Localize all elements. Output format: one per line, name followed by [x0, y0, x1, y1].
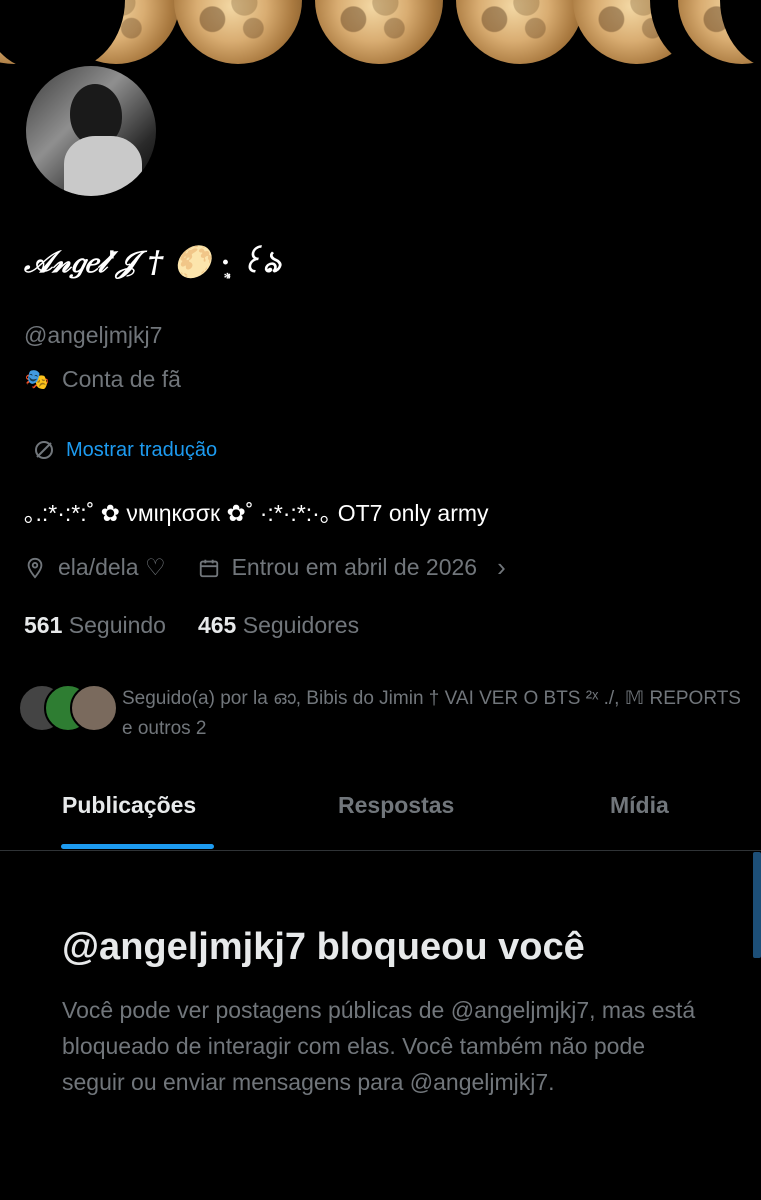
profile-category: 🎭 Conta de fã [24, 366, 181, 393]
profile-banner [0, 0, 761, 72]
profile-tabs: Publicações Respostas Mídia [0, 780, 761, 851]
calendar-icon [199, 559, 218, 577]
profile-bio: ｡.:*·:*:˚ ✿ νмιηкσσк ✿˚ ·:*·:*:·｡ OT7 on… [24, 500, 489, 526]
theater-mask-icon: 🎭 [24, 369, 50, 391]
profile-meta: ela/dela ♡ Entrou em abril de 2026 › [24, 552, 506, 583]
follow-counts: 561 Seguindo 465 Seguidores [24, 612, 359, 639]
follower-avatars [18, 684, 118, 732]
tab-respostas[interactable]: Respostas [338, 792, 454, 819]
scrollbar[interactable] [753, 852, 761, 958]
translate-label: Mostrar tradução [66, 438, 218, 461]
location-pin-icon [27, 557, 43, 579]
translate-icon [35, 441, 53, 459]
profile-handle: @angeljmjkj7 [24, 322, 163, 348]
avatar-photo [26, 66, 156, 196]
display-name: 𝒜𝓃𝑔𝑒𝓁'𝒥 † 🌕 ·̩͙ ꒰ঌ [24, 245, 281, 280]
following-count-link[interactable]: 561 Seguindo [24, 612, 166, 639]
profile-location: ela/dela ♡ [58, 554, 166, 580]
tab-midia[interactable]: Mídia [610, 792, 669, 819]
follower-avatar-3 [70, 684, 118, 732]
profile-joined: Entrou em abril de 2026 [231, 554, 478, 580]
active-tab-indicator [61, 844, 214, 849]
followers-count-link[interactable]: 465 Seguidores [198, 612, 359, 639]
blocked-title: @angeljmjkj7 bloqueou você [62, 926, 585, 968]
followed-by-text: Seguido(a) por la ഓ, Bibis do Jimin † VA… [122, 688, 741, 739]
category-label: Conta de fã [62, 366, 181, 392]
followed-by-row[interactable]: Seguido(a) por la ഓ, Bibis do Jimin † VA… [18, 684, 748, 744]
blocked-description: Você pode ver postagens públicas de @ang… [62, 997, 696, 1095]
chevron-right-icon[interactable]: › [497, 552, 506, 583]
tab-publicacoes[interactable]: Publicações [62, 792, 196, 819]
show-translation-button[interactable]: Mostrar tradução [32, 438, 217, 462]
profile-avatar[interactable] [22, 62, 160, 200]
